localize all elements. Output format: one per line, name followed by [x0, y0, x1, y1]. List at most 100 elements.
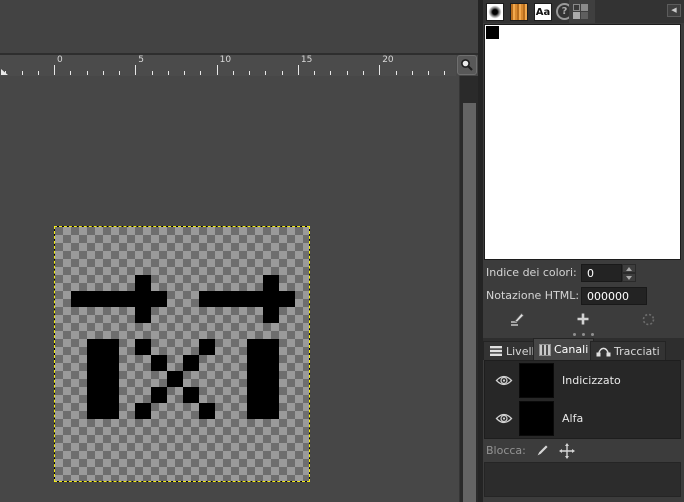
- pixel-cell: [247, 403, 263, 419]
- ruler-tick: [232, 71, 234, 75]
- pixel-cell: [247, 371, 263, 387]
- ruler-tick: [362, 71, 364, 75]
- pixel-cell: [247, 339, 263, 355]
- channel-thumbnail[interactable]: [519, 401, 554, 436]
- ruler-tick: [281, 71, 283, 75]
- html-notation-input[interactable]: [581, 287, 647, 305]
- zoom-follow-window-button[interactable]: [457, 55, 477, 75]
- channel-thumbnail[interactable]: [519, 363, 554, 398]
- colormap-tab[interactable]: [569, 0, 595, 23]
- color-swatch-black[interactable]: [486, 26, 499, 39]
- visibility-eye-icon[interactable]: [495, 412, 513, 425]
- brushes-tab[interactable]: [486, 3, 504, 21]
- colormap-palette-area[interactable]: [484, 24, 681, 260]
- pixel-cell: [247, 355, 263, 371]
- color-index-spinner: [622, 264, 636, 282]
- ruler-tick: [395, 71, 397, 75]
- horizontal-ruler[interactable]: 0 5 10 15 20: [0, 55, 456, 77]
- pixel-cell: [215, 291, 231, 307]
- edit-color-button[interactable]: [484, 308, 550, 330]
- pixel-cell: [103, 387, 119, 403]
- color-index-row: Indice dei colori:: [483, 263, 684, 283]
- pixel-cell: [103, 339, 119, 355]
- pixel-cell: [263, 355, 279, 371]
- pixel-cell: [263, 291, 279, 307]
- channels-icon: [539, 343, 551, 356]
- patterns-tab[interactable]: [510, 3, 528, 21]
- pixel-cell: [247, 387, 263, 403]
- channel-row-indexed[interactable]: Indicizzato: [486, 362, 679, 399]
- dockable-tab-bar: Aa ? ◀: [483, 0, 684, 23]
- pixel-cell: [263, 371, 279, 387]
- pixel-cell: [199, 339, 215, 355]
- pixel-cell: [87, 387, 103, 403]
- panel-resize-grip[interactable]: [483, 330, 684, 338]
- spinner-down-button[interactable]: [622, 273, 636, 282]
- pixel-cell: [279, 291, 295, 307]
- ruler-tick: [102, 71, 104, 75]
- ruler-tick: [21, 71, 23, 75]
- ruler-tick: [428, 71, 429, 75]
- pixel-cell: [135, 291, 151, 307]
- tab-paths[interactable]: Tracciati: [590, 341, 666, 360]
- pixel-cell: [87, 403, 103, 419]
- pixel-cell: [151, 355, 167, 371]
- pixel-cell: [199, 403, 215, 419]
- visibility-eye-icon[interactable]: [495, 374, 513, 387]
- ruler-tick-label: 0: [57, 55, 63, 65]
- pixel-cell: [183, 387, 199, 403]
- colormap-action-row: [484, 308, 681, 330]
- ruler-tick-label: 10: [219, 55, 232, 65]
- color-index-label: Indice dei colori:: [486, 266, 577, 279]
- vertical-scrollbar-thumb[interactable]: [463, 103, 476, 502]
- ruler-tick: [411, 71, 413, 75]
- paths-icon: [596, 347, 611, 357]
- lock-label: Blocca:: [486, 444, 526, 457]
- pixel-cell: [151, 291, 167, 307]
- pixel-cell: [263, 387, 279, 403]
- pixel-cell: [247, 291, 263, 307]
- color-index-input[interactable]: [581, 264, 622, 282]
- ruler-tick: [37, 71, 39, 75]
- pixel-cell: [263, 275, 279, 291]
- channel-name: Alfa: [562, 412, 584, 425]
- fonts-tab[interactable]: Aa: [534, 3, 552, 21]
- lock-row: Blocca:: [483, 440, 684, 461]
- ruler-tick: [346, 71, 348, 75]
- ruler-tick: [330, 71, 332, 75]
- ruler-tick: [297, 65, 299, 75]
- ruler-tick: [119, 71, 120, 75]
- edit-color-icon: [510, 312, 524, 326]
- dock-menu-button[interactable]: ◀: [667, 4, 681, 17]
- chevron-down-icon: [626, 275, 632, 280]
- channel-name: Indicizzato: [562, 374, 621, 387]
- pixel-cell: [151, 387, 167, 403]
- layer-pixel-art[interactable]: [54, 226, 310, 482]
- lock-pixels-icon[interactable]: [535, 443, 550, 458]
- ruler-tick: [167, 71, 169, 75]
- ruler-tick: [70, 71, 72, 75]
- tab-channels[interactable]: Canali: [533, 338, 595, 360]
- pixel-cell: [87, 339, 103, 355]
- ruler-tick: [379, 65, 381, 75]
- pixel-cell: [103, 371, 119, 387]
- pixel-cell: [199, 291, 215, 307]
- add-color-button[interactable]: [550, 308, 616, 330]
- stipple-circle-icon: [642, 313, 654, 325]
- spinner-up-button[interactable]: [622, 264, 636, 273]
- pixel-cell: [231, 291, 247, 307]
- ruler-tick-label: 5: [138, 55, 145, 65]
- pixel-cell: [263, 403, 279, 419]
- pixel-cell: [103, 403, 119, 419]
- image-canvas-viewport[interactable]: [0, 76, 459, 502]
- pixel-cell: [167, 371, 183, 387]
- ruler-tick-label: 15: [300, 55, 313, 65]
- channel-row-alpha[interactable]: Alfa: [486, 400, 679, 437]
- empty-list-area: [484, 462, 681, 497]
- ruler-tick-label: 20: [382, 55, 394, 65]
- vertical-scrollbar[interactable]: [459, 76, 478, 502]
- pixel-cell: [119, 291, 135, 307]
- select-by-color-button-disabled[interactable]: [615, 308, 681, 330]
- lock-position-icon[interactable]: [559, 443, 575, 459]
- pixel-cell: [263, 307, 279, 323]
